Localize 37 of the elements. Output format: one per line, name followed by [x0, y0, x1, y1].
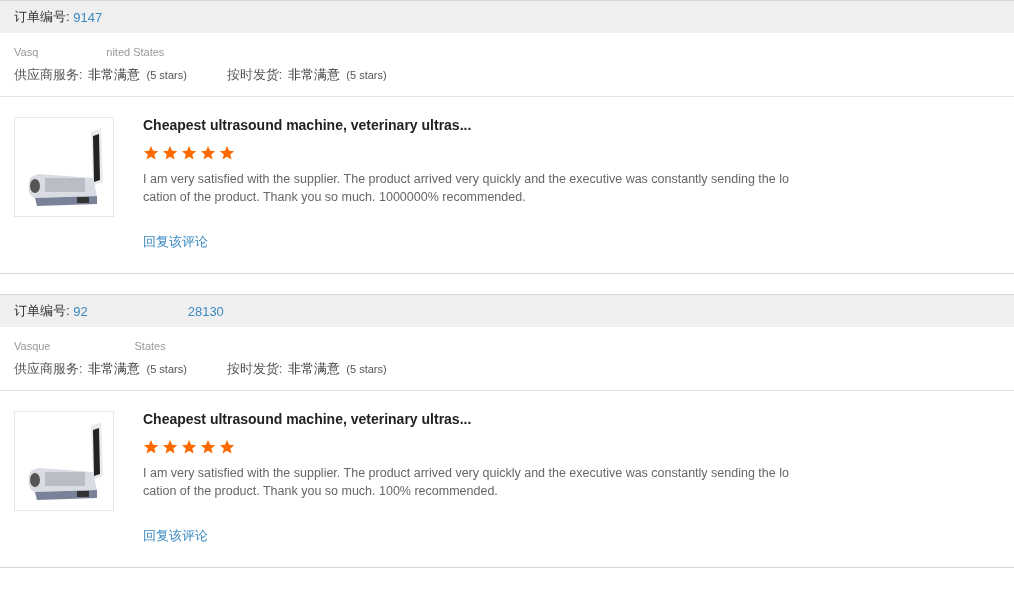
- buyer-text: Vasq: [14, 46, 39, 58]
- star-icon: [200, 145, 216, 161]
- rating-label: 供应商服务:: [14, 67, 83, 84]
- rating-label: 供应商服务:: [14, 361, 83, 378]
- rating-value: 非常满意: [88, 361, 141, 378]
- star-icon: [200, 439, 216, 455]
- order-label: 订单编号:: [14, 302, 70, 320]
- order-number-link[interactable]: 92: [69, 303, 88, 319]
- rating-label: 按时发货:: [226, 67, 283, 84]
- star-icon: [143, 439, 159, 455]
- rating-note: (5 stars): [346, 69, 387, 81]
- rating-value: 非常满意: [288, 361, 341, 378]
- product-title: Cheapest ultrasound machine, veterinary ultras...: [143, 117, 473, 133]
- review-text: I am very satisfied with the supplier. The product arrived very quickly and the executive was constantly sending the location of the product. Thank you so much. 100% recommended.: [143, 465, 790, 500]
- reply-link[interactable]: 回复该评论: [143, 527, 208, 545]
- star-icon: [181, 145, 197, 161]
- star-icon: [162, 145, 178, 161]
- buyer-text: States: [134, 340, 166, 352]
- rating-value: 非常满意: [288, 67, 341, 84]
- rating-label: 按时发货:: [226, 361, 283, 378]
- order-label: 订单编号:: [14, 8, 70, 26]
- rating-note: (5 stars): [346, 363, 387, 375]
- star-icon: [143, 145, 159, 161]
- buyer-text: Vasque: [14, 340, 51, 352]
- buyer-text: nited States: [106, 46, 165, 58]
- order-number-link[interactable]: 9147: [69, 9, 103, 25]
- rating-note: (5 stars): [146, 69, 187, 81]
- star-icon: [219, 439, 235, 455]
- rating-note: (5 stars): [146, 363, 187, 375]
- order-number-link[interactable]: 28130: [187, 303, 224, 319]
- rating-value: 非常满意: [88, 67, 141, 84]
- star-icon: [219, 145, 235, 161]
- star-icon: [181, 439, 197, 455]
- product-title: Cheapest ultrasound machine, veterinary ultras...: [143, 411, 473, 427]
- review-text: I am very satisfied with the supplier. The product arrived very quickly and the executive was constantly sending the location of the product. Thank you so much. 1000000% recommended.: [143, 171, 790, 206]
- reply-link[interactable]: 回复该评论: [143, 233, 208, 251]
- star-icon: [162, 439, 178, 455]
